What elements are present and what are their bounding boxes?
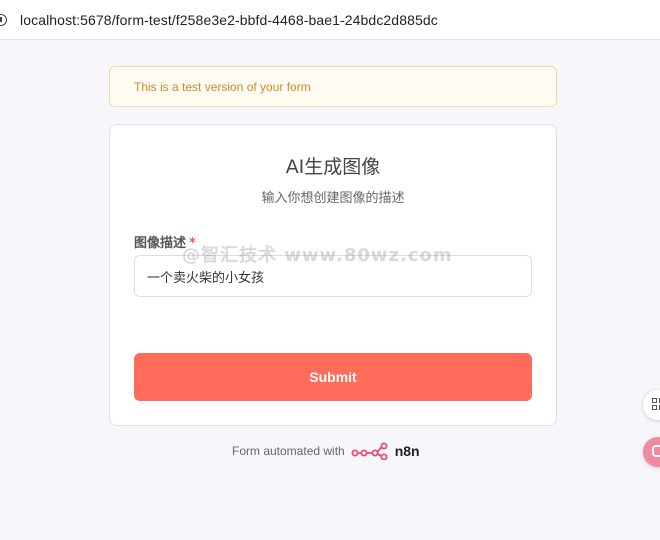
footer-text: Form automated with (232, 444, 345, 458)
form-card: AI生成图像 输入你想创建图像的描述 图像描述* @智汇技术 www.80wz.… (109, 124, 557, 426)
required-marker: * (189, 236, 196, 251)
grid-icon (652, 398, 660, 410)
info-icon[interactable] (0, 14, 7, 26)
n8n-brand-text: n8n (394, 443, 420, 459)
test-version-banner: This is a test version of your form (109, 66, 557, 107)
assistant-icon (652, 445, 660, 457)
field-label: 图像描述 * (134, 232, 196, 251)
submit-button[interactable]: Submit (134, 353, 532, 401)
form-title: AI生成图像 (285, 156, 381, 178)
side-assistant-button[interactable] (643, 437, 660, 467)
field-label-text: 图像描述 (134, 236, 187, 251)
footer: Form automated with n8n (232, 441, 420, 461)
url-text[interactable]: localhost:5678/form-test/f258e3e2-bbfd-4… (20, 12, 438, 28)
n8n-logo-icon (351, 442, 388, 460)
image-description-input[interactable] (134, 255, 532, 297)
browser-address-bar[interactable]: localhost:5678/form-test/f258e3e2-bbfd-4… (0, 0, 660, 40)
form-subtitle: 输入你想创建图像的描述 (261, 191, 405, 206)
side-grid-button[interactable] (643, 390, 660, 420)
banner-text: This is a test version of your form (134, 80, 311, 94)
